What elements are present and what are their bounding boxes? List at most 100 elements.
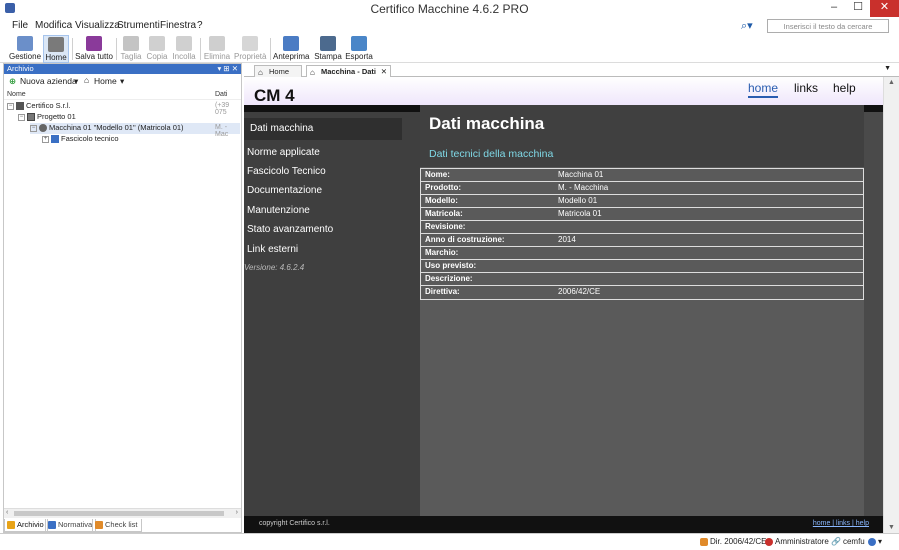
copyright-text: copyright Certifico s.r.l. [259,520,330,527]
tree-item-technical-file[interactable]: + Fascicolo tecnico [42,134,119,145]
add-icon[interactable]: ⊕ [9,76,16,87]
tree-item-label: Fascicolo tecnico [61,134,119,143]
main-panel: Dati macchina Dati tecnici della macchin… [420,105,864,516]
column-name[interactable]: Nome [7,91,26,98]
nav-links[interactable]: links [794,81,818,95]
scroll-left-icon[interactable]: ‹ [6,509,8,516]
collapse-icon[interactable]: − [7,102,14,110]
sidebar-item-documentazione[interactable]: Documentazione [247,185,322,196]
collapse-icon[interactable]: − [18,113,25,121]
sidebar-item-dati-macchina[interactable]: Dati macchina [244,118,402,140]
menu-strumenti[interactable]: Strumenti [117,20,160,31]
main-panel-header: Dati macchina Dati tecnici della macchin… [420,105,864,167]
delete-button[interactable]: Elimina [203,35,231,63]
home-button[interactable]: Home [43,35,69,63]
column-data[interactable]: Dati [215,91,227,98]
print-button[interactable]: Stampa [314,35,342,63]
user-status[interactable]: Amministratore [765,537,829,546]
cut-button[interactable]: Taglia [120,35,142,63]
scissors-icon [123,36,139,51]
chevron-down-icon[interactable]: ▾ [120,76,124,87]
toolbar-separator [72,38,73,60]
table-row: Marchio: [421,247,863,260]
status-bar: Dir. 2006/42/CE Amministratore 🔗 cemfu ▾ [0,533,899,550]
tab-list-dropdown[interactable]: ▼ [884,65,891,72]
field-label: Matricola: [425,209,463,218]
table-row: Prodotto: M. - Macchina [421,182,863,195]
sidebar-item-fascicolo-tecnico[interactable]: Fascicolo Tecnico [247,166,326,177]
export-button[interactable]: Esporta [345,35,373,63]
field-label: Nome: [425,170,450,179]
search-icon[interactable]: ⌕▾ [741,19,755,33]
sidebar-item-manutenzione[interactable]: Manutenzione [247,205,310,216]
tab-normativa[interactable]: Normativa [45,519,97,532]
machine-data-table: Nome: Macchina 01 Prodotto: M. - Macchina … [420,168,864,300]
search-input[interactable]: Inserisci il testo da cercare [767,19,889,33]
checklist-icon [95,521,103,529]
directive-status[interactable]: Dir. 2006/42/CE [700,537,766,546]
tab-archivio[interactable]: Archivio [4,519,48,532]
menu-visualizza[interactable]: Visualizza [75,20,120,31]
minimize-button[interactable]: – [823,0,845,17]
chevron-down-icon[interactable]: ▾ [74,76,78,87]
help-status[interactable]: ▾ [868,537,882,546]
toolbar-separator [116,38,117,60]
login-status[interactable]: 🔗 cemfu [831,537,865,546]
sidebar-item-norme-applicate[interactable]: Norme applicate [247,147,320,158]
properties-button[interactable]: Proprietà [234,35,266,63]
user-label: Amministratore [775,537,829,546]
home-dropdown[interactable]: Home [94,76,117,86]
new-company-button[interactable]: Nuova azienda [20,76,77,86]
menu-finestra[interactable]: Finestra [160,20,196,31]
collapse-icon[interactable]: − [30,124,37,132]
archive-panel-title: Archivio [7,64,34,73]
directive-icon [700,537,708,546]
content-area: CM 4 home links help Dati macchina Norme… [244,77,883,533]
footer-links[interactable]: home | links | help [813,520,869,527]
login-label: cemfu [842,537,865,546]
copy-button[interactable]: Copia [146,35,168,63]
window-title: Certifico Macchine 4.6.2 PRO [370,2,529,16]
help-icon [868,537,876,546]
gestione-button[interactable]: Gestione [9,35,41,63]
site-header: CM 4 home links help [244,77,883,105]
panel-controls[interactable]: ▾ ⊞ ✕ [217,64,238,74]
scroll-right-icon[interactable]: › [236,509,238,516]
properties-icon [242,36,258,51]
calendar-icon [17,36,33,51]
menu-file[interactable]: File [12,20,28,31]
tree-item-label: Progetto 01 [37,112,76,121]
tree-item-project[interactable]: − Progetto 01 [18,112,76,123]
home-icon[interactable]: ⌂ [84,75,89,85]
menu-modifica[interactable]: Modifica [35,20,72,31]
horizontal-scrollbar[interactable]: ‹ › [4,508,241,518]
tree-item-machine[interactable]: − Macchina 01 "Modello 01" (Matricola 01) [30,123,240,134]
scroll-down-icon[interactable]: ▼ [888,524,895,531]
sidebar-item-stato-avanzamento[interactable]: Stato avanzamento [247,224,333,235]
menu-help[interactable]: ? [197,20,203,31]
scroll-up-icon[interactable]: ▲ [888,79,895,86]
close-tab-icon[interactable]: ✕ [381,66,387,77]
vertical-scrollbar[interactable]: ▲ ▼ [883,77,899,533]
save-all-button[interactable]: Salva tutto [75,35,113,63]
nav-help[interactable]: help [833,81,856,95]
version-label: Versione: 4.6.2.4 [244,263,305,272]
scrollbar-thumb[interactable] [14,511,224,516]
preview-button[interactable]: Anteprima [273,35,309,63]
sidebar-item-link-esterni[interactable]: Link esterni [247,244,298,255]
field-value: Matricola 01 [558,209,602,218]
field-label: Direttiva: [425,287,460,296]
tab-home[interactable]: ⌂ Home [254,65,302,77]
maximize-button[interactable]: ☐ [847,0,869,17]
field-label: Anno di costruzione: [425,235,505,244]
paste-button[interactable]: Incolla [171,35,197,63]
field-label: Modello: [425,196,458,205]
archive-panel-header: Archivio ▾ ⊞ ✕ [4,64,241,74]
nav-home[interactable]: home [748,81,779,98]
tab-check-list[interactable]: Check list [92,519,142,532]
field-label: Marchio: [425,248,459,257]
close-button[interactable]: ✕ [870,0,899,17]
tree-item-company[interactable]: − Certifico S.r.l. [7,101,71,112]
expand-icon[interactable]: + [42,135,49,143]
tab-macchina-dati[interactable]: ⌂ Macchina - Dati ✕ [306,65,391,77]
